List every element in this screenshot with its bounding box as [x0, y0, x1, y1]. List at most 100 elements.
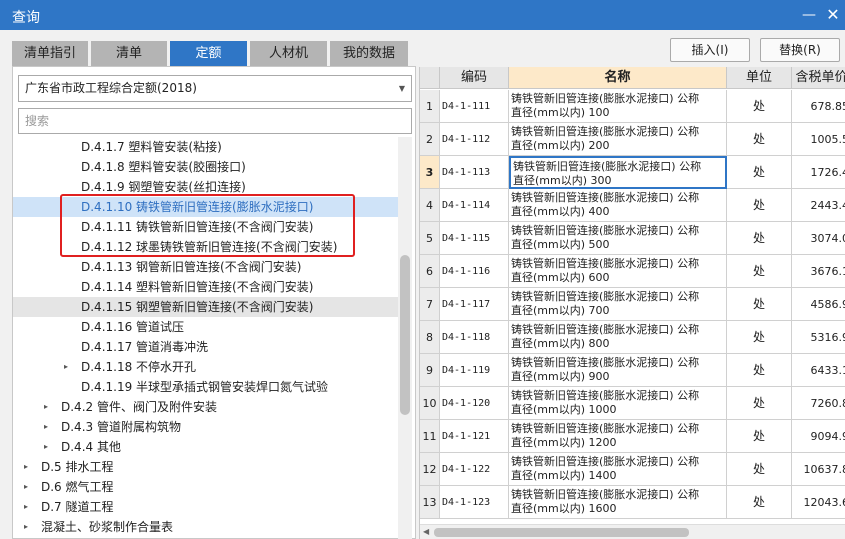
cell-unit[interactable]: 处: [727, 420, 792, 453]
tree-item[interactable]: ▸ 混凝土、砂浆制作合量表: [13, 517, 398, 537]
tab-quota[interactable]: 定额: [170, 41, 247, 66]
cell-unit[interactable]: 处: [727, 189, 792, 222]
column-header-code[interactable]: 编码: [440, 67, 509, 89]
cell-unit[interactable]: 处: [727, 156, 792, 189]
expand-arrow-icon[interactable]: ▸: [24, 457, 28, 477]
cell-name[interactable]: 铸铁管新旧管连接(膨胀水泥接口) 公称 直径(mm以内) 1000: [509, 387, 727, 420]
tree-item[interactable]: D.4.1.8 塑料管安装(胶圈接口): [13, 157, 398, 177]
cell-code[interactable]: D4-1-111: [440, 90, 509, 123]
column-header-unit[interactable]: 单位: [727, 67, 792, 89]
insert-button[interactable]: 插入(I): [670, 38, 750, 62]
cell-code[interactable]: D4-1-115: [440, 222, 509, 255]
tree-item[interactable]: ▸ D.6 燃气工程: [13, 477, 398, 497]
row-number[interactable]: 7: [420, 288, 440, 321]
tab-list[interactable]: 清单: [91, 41, 167, 66]
row-number[interactable]: 5: [420, 222, 440, 255]
tree-item[interactable]: D.4.1.17 管道消毒冲洗: [13, 337, 398, 357]
cell-price[interactable]: 5316.9: [792, 321, 845, 354]
cell-code[interactable]: D4-1-119: [440, 354, 509, 387]
cell-price[interactable]: 1005.5: [792, 123, 845, 156]
cell-unit[interactable]: 处: [727, 354, 792, 387]
tree-item[interactable]: D.4.1.11 铸铁管新旧管连接(不含阀门安装): [13, 217, 398, 237]
cell-name[interactable]: 铸铁管新旧管连接(膨胀水泥接口) 公称 直径(mm以内) 1200: [509, 420, 727, 453]
tree-item[interactable]: D.4.1.14 塑料管新旧管连接(不含阀门安装): [13, 277, 398, 297]
tab-list-guide[interactable]: 清单指引: [12, 41, 88, 66]
cell-code[interactable]: D4-1-118: [440, 321, 509, 354]
expand-arrow-icon[interactable]: ▸: [44, 437, 48, 457]
cell-unit[interactable]: 处: [727, 90, 792, 123]
cell-name[interactable]: 铸铁管新旧管连接(膨胀水泥接口) 公称 直径(mm以内) 700: [509, 288, 727, 321]
cell-unit[interactable]: 处: [727, 222, 792, 255]
row-number[interactable]: 11: [420, 420, 440, 453]
cell-name[interactable]: 铸铁管新旧管连接(膨胀水泥接口) 公称 直径(mm以内) 500: [509, 222, 727, 255]
tree-item[interactable]: D.4.1.9 钢塑管安装(丝扣连接): [13, 177, 398, 197]
tree-item[interactable]: D.4.1.7 塑料管安装(粘接): [13, 137, 398, 157]
cell-name[interactable]: 铸铁管新旧管连接(膨胀水泥接口) 公称 直径(mm以内) 900: [509, 354, 727, 387]
tree-item[interactable]: ▸ D.5 排水工程: [13, 457, 398, 477]
row-number[interactable]: 6: [420, 255, 440, 288]
cell-code[interactable]: D4-1-113: [440, 156, 509, 189]
cell-unit[interactable]: 处: [727, 453, 792, 486]
expand-arrow-icon[interactable]: ▸: [24, 517, 28, 537]
column-header-price[interactable]: 含税单价: [792, 67, 845, 89]
row-number[interactable]: 9: [420, 354, 440, 387]
row-number[interactable]: 12: [420, 453, 440, 486]
tree-item[interactable]: ▸ D.4.2 管件、阀门及附件安装: [13, 397, 398, 417]
tree-scrollbar-thumb[interactable]: [400, 255, 410, 415]
cell-price[interactable]: 4586.9: [792, 288, 845, 321]
cell-code[interactable]: D4-1-117: [440, 288, 509, 321]
grid-horizontal-scrollbar[interactable]: ◀: [420, 524, 845, 539]
cell-code[interactable]: D4-1-120: [440, 387, 509, 420]
cell-unit[interactable]: 处: [727, 288, 792, 321]
row-number[interactable]: 4: [420, 189, 440, 222]
expand-arrow-icon[interactable]: ▸: [44, 397, 48, 417]
scroll-left-icon[interactable]: ◀: [423, 527, 429, 536]
row-number[interactable]: 3: [420, 156, 440, 189]
cell-code[interactable]: D4-1-112: [440, 123, 509, 156]
tree-item[interactable]: D.4.1.13 钢管新旧管连接(不含阀门安装): [13, 257, 398, 277]
cell-code[interactable]: D4-1-122: [440, 453, 509, 486]
tree-item[interactable]: D.4.1.10 铸铁管新旧管连接(膨胀水泥接口): [13, 197, 398, 217]
cell-name[interactable]: 铸铁管新旧管连接(膨胀水泥接口) 公称 直径(mm以内) 1400: [509, 453, 727, 486]
row-number[interactable]: 1: [420, 90, 440, 123]
close-icon[interactable]: ✕: [822, 4, 844, 26]
cell-name[interactable]: 铸铁管新旧管连接(膨胀水泥接口) 公称 直径(mm以内) 600: [509, 255, 727, 288]
expand-arrow-icon[interactable]: ▸: [64, 357, 68, 377]
quota-library-select[interactable]: 广东省市政工程综合定额(2018) ▼: [18, 75, 412, 102]
tree-item[interactable]: D.4.1.15 钢塑管新旧管连接(不含阀门安装): [13, 297, 398, 317]
row-number[interactable]: 2: [420, 123, 440, 156]
cell-price[interactable]: 9094.9: [792, 420, 845, 453]
row-number[interactable]: 8: [420, 321, 440, 354]
tree-item[interactable]: ▸ D.4.1.18 不停水开孔: [13, 357, 398, 377]
cell-price[interactable]: 12043.6: [792, 486, 845, 519]
cell-name[interactable]: 铸铁管新旧管连接(膨胀水泥接口) 公称 直径(mm以内) 300: [509, 156, 727, 189]
cell-price[interactable]: 10637.8: [792, 453, 845, 486]
cell-name[interactable]: 铸铁管新旧管连接(膨胀水泥接口) 公称 直径(mm以内) 800: [509, 321, 727, 354]
expand-arrow-icon[interactable]: ▸: [44, 417, 48, 437]
row-number[interactable]: 10: [420, 387, 440, 420]
tree-item[interactable]: D.4.1.16 管道试压: [13, 317, 398, 337]
tree-item[interactable]: ▸ D.4.4 其他: [13, 437, 398, 457]
cell-unit[interactable]: 处: [727, 255, 792, 288]
minimize-icon[interactable]: —: [798, 4, 820, 26]
cell-code[interactable]: D4-1-116: [440, 255, 509, 288]
cell-price[interactable]: 1726.4: [792, 156, 845, 189]
cell-code[interactable]: D4-1-123: [440, 486, 509, 519]
tree-item[interactable]: D.4.1.12 球墨铸铁管新旧管连接(不含阀门安装): [13, 237, 398, 257]
cell-unit[interactable]: 处: [727, 387, 792, 420]
replace-button[interactable]: 替换(R): [760, 38, 840, 62]
cell-price[interactable]: 3676.1: [792, 255, 845, 288]
tab-my-data[interactable]: 我的数据: [330, 41, 408, 66]
expand-arrow-icon[interactable]: ▸: [24, 477, 28, 497]
cell-name[interactable]: 铸铁管新旧管连接(膨胀水泥接口) 公称 直径(mm以内) 200: [509, 123, 727, 156]
cell-code[interactable]: D4-1-121: [440, 420, 509, 453]
cell-name[interactable]: 铸铁管新旧管连接(膨胀水泥接口) 公称 直径(mm以内) 1600: [509, 486, 727, 519]
row-number[interactable]: 13: [420, 486, 440, 519]
cell-unit[interactable]: 处: [727, 123, 792, 156]
cell-name[interactable]: 铸铁管新旧管连接(膨胀水泥接口) 公称 直径(mm以内) 100: [509, 90, 727, 123]
expand-arrow-icon[interactable]: ▸: [24, 497, 28, 517]
tab-labor-material-machine[interactable]: 人材机: [250, 41, 327, 66]
cell-price[interactable]: 3074.0: [792, 222, 845, 255]
cell-price[interactable]: 6433.1: [792, 354, 845, 387]
tree-item[interactable]: D.4.1.19 半球型承插式钢管安装焊口氮气试验: [13, 377, 398, 397]
